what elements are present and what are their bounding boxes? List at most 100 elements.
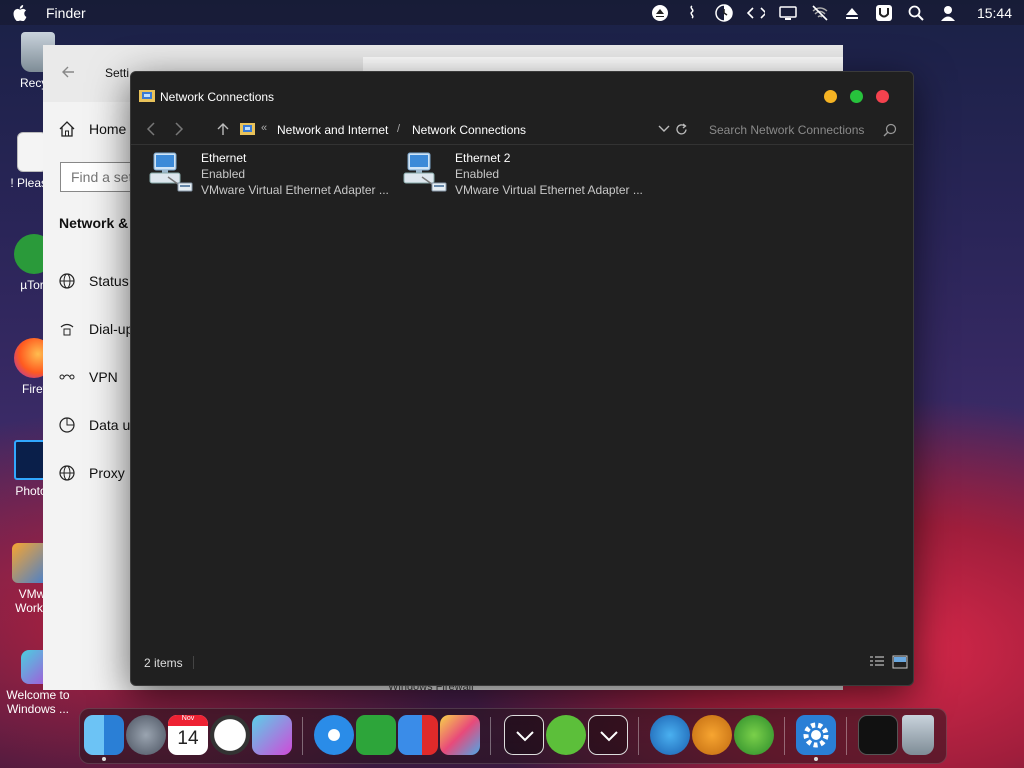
calendar-month: Nov <box>168 715 208 726</box>
apple-menu-icon[interactable] <box>12 4 28 21</box>
details-view-icon <box>870 656 884 666</box>
settings-nav-label: Status <box>89 273 129 289</box>
search-placeholder: Search Network Connections <box>709 123 865 137</box>
settings-nav-label: VPN <box>89 369 118 385</box>
window-title: Network Connections <box>160 90 275 104</box>
close-button[interactable] <box>876 90 889 103</box>
forward-button[interactable] <box>171 121 187 137</box>
connection-adapter: VMware Virtual Ethernet Adapter ... <box>455 183 643 197</box>
dock-separator <box>784 717 785 755</box>
dots-icon[interactable] <box>734 715 774 755</box>
address-bar: « Network and Internet / Network Connect… <box>131 118 913 144</box>
utorrent-icon[interactable] <box>356 715 396 755</box>
eject-up-icon[interactable] <box>843 4 861 22</box>
settings-nav-label: Data u <box>89 417 131 433</box>
u-icon[interactable] <box>875 4 893 22</box>
launchpad-icon[interactable] <box>126 715 166 755</box>
maximize-button[interactable] <box>850 90 863 103</box>
data-usage-icon <box>59 417 75 433</box>
network-connections-window: Network Connections « Network and Intern… <box>130 71 914 686</box>
dock-separator <box>638 717 639 755</box>
active-app-name[interactable]: Finder <box>46 5 86 21</box>
photo-booth-icon[interactable] <box>252 715 292 755</box>
vpn-icon <box>59 369 75 385</box>
code-icon[interactable] <box>746 4 765 22</box>
minimize-button[interactable] <box>824 90 837 103</box>
address-dropdown-button[interactable] <box>656 121 672 137</box>
link-icon[interactable] <box>546 715 586 755</box>
dock: Nov 14 <box>79 708 947 764</box>
eject-icon[interactable] <box>651 4 669 22</box>
settings-nav-label: Proxy <box>89 465 125 481</box>
dock-separator <box>846 717 847 755</box>
up-button[interactable] <box>215 121 231 137</box>
tiles-view-button[interactable] <box>892 655 908 669</box>
breadcrumb-network-and-internet[interactable]: Network and Internet <box>277 123 388 137</box>
clock-icon[interactable] <box>210 715 250 755</box>
details-view-button[interactable] <box>869 655 885 669</box>
search-icon[interactable] <box>907 4 925 22</box>
connection-item-ethernet[interactable]: Ethernet Enabled VMware Virtual Ethernet… <box>148 149 398 201</box>
chevron-down-icon[interactable] <box>588 715 628 755</box>
parallels-icon[interactable] <box>398 715 438 755</box>
display-icon[interactable] <box>779 4 797 22</box>
half-circle-icon[interactable] <box>715 3 733 22</box>
status-separator <box>193 656 194 669</box>
globe-icon <box>59 465 75 481</box>
connection-item-ethernet-2[interactable]: Ethernet 2 Enabled VMware Virtual Ethern… <box>402 149 652 201</box>
explorer-titlebar[interactable]: Network Connections <box>131 72 913 118</box>
network-icon[interactable] <box>683 4 701 22</box>
control-panel-icon <box>240 122 255 136</box>
search-input[interactable]: Search Network Connections <box>701 120 901 142</box>
settings-nav-status[interactable]: Status <box>59 273 129 289</box>
globe-icon <box>59 273 75 289</box>
photos-icon[interactable] <box>440 715 480 755</box>
trash-icon[interactable] <box>902 715 934 755</box>
chevron-down-icon <box>658 125 670 132</box>
clock[interactable]: 15:44 <box>977 5 1012 21</box>
tiles-view-icon <box>892 655 908 669</box>
breadcrumb-network-connections[interactable]: Network Connections <box>412 123 526 137</box>
breadcrumb-separator: / <box>397 123 401 135</box>
toolbar-divider <box>131 144 913 145</box>
search-icon[interactable] <box>883 123 897 137</box>
dock-separator <box>490 717 491 755</box>
calendar-icon[interactable]: Nov 14 <box>168 715 208 755</box>
back-button[interactable] <box>143 121 159 137</box>
connection-name: Ethernet <box>201 151 247 165</box>
refresh-button[interactable] <box>673 121 689 137</box>
chevron-down-icon[interactable] <box>504 715 544 755</box>
chevron-left-icon <box>146 122 155 136</box>
settings-section-heading: Network & <box>59 215 129 231</box>
running-indicator <box>102 757 106 761</box>
settings-search-placeholder: Find a set <box>71 169 133 185</box>
running-indicator <box>814 757 818 761</box>
www-icon[interactable] <box>650 715 690 755</box>
no-wifi-icon[interactable] <box>811 4 829 22</box>
back-arrow-icon[interactable] <box>61 65 75 79</box>
settings-nav-vpn[interactable]: VPN <box>59 369 118 385</box>
menu-bar: Finder 15:44 <box>0 0 1024 25</box>
settings-nav-label: Dial-up <box>89 321 134 337</box>
network-adapter-icon <box>148 149 198 197</box>
settings-home[interactable]: Home <box>59 121 126 137</box>
settings-icon[interactable] <box>796 715 836 755</box>
user-icon[interactable] <box>939 4 957 22</box>
settings-home-label: Home <box>89 121 127 137</box>
network-adapter-icon <box>402 149 452 197</box>
download-icon[interactable] <box>692 715 732 755</box>
terminal-icon[interactable] <box>858 715 898 755</box>
chevron-right-icon <box>175 122 184 136</box>
settings-nav-dialup[interactable]: Dial-up <box>59 321 133 337</box>
settings-nav-data-usage[interactable]: Data u <box>59 417 130 433</box>
connection-adapter: VMware Virtual Ethernet Adapter ... <box>201 183 389 197</box>
safari-icon[interactable] <box>314 715 354 755</box>
home-icon <box>59 121 75 137</box>
item-count: 2 items <box>144 656 183 670</box>
network-folder-icon <box>139 89 155 103</box>
settings-title: Setti <box>105 66 130 80</box>
settings-nav-proxy[interactable]: Proxy <box>59 465 125 481</box>
breadcrumb-overflow[interactable]: « <box>261 122 267 134</box>
connection-status: Enabled <box>201 167 246 181</box>
finder-icon[interactable] <box>84 715 124 755</box>
